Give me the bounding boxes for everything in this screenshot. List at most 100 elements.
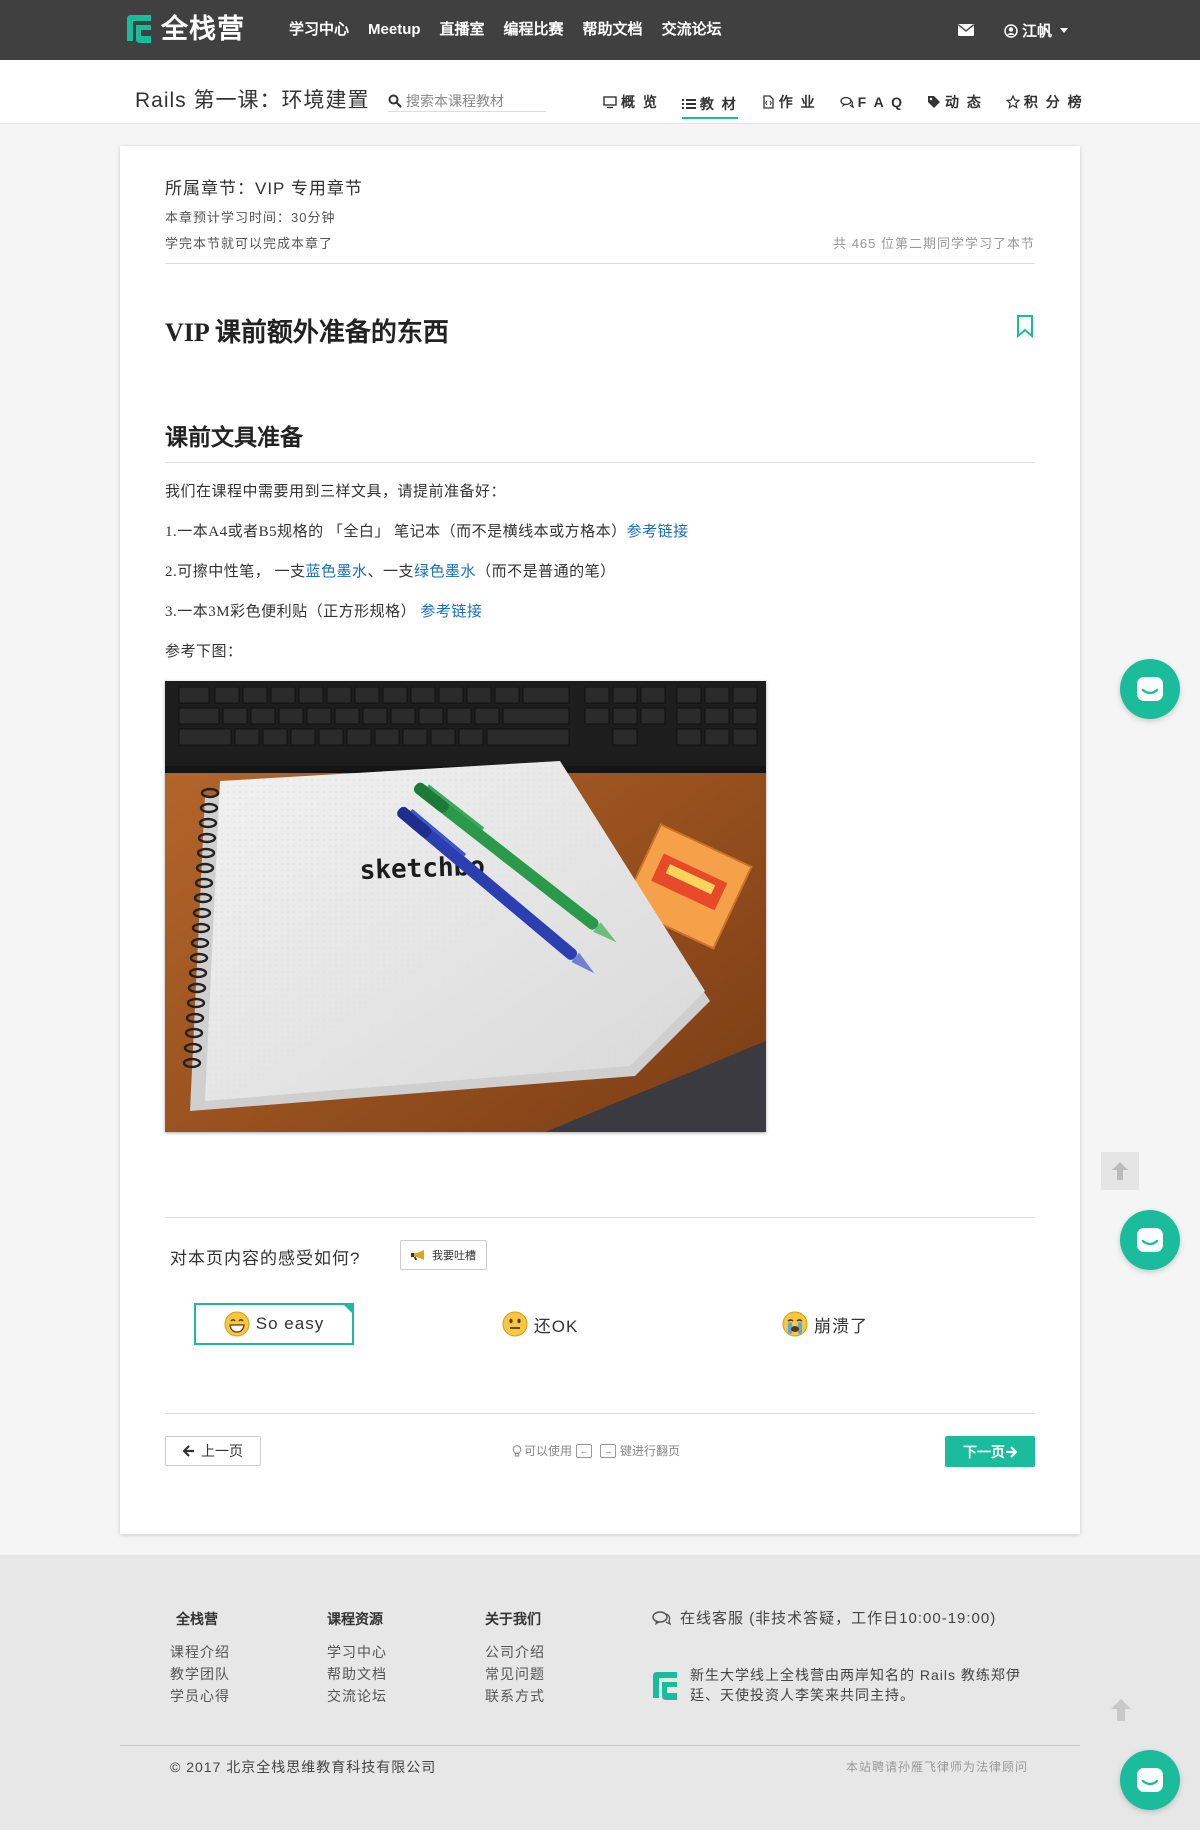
chat-widget-button[interactable] — [1120, 1750, 1180, 1810]
tab-materials[interactable]: 教 材 — [681, 93, 738, 119]
reference-link[interactable]: 参考链接 — [627, 524, 689, 540]
footer-link[interactable]: 课程介绍 — [170, 1641, 230, 1663]
green-ink-link[interactable]: 绿色墨水 — [414, 564, 476, 580]
footer-link[interactable]: 学习中心 — [327, 1641, 387, 1663]
arrow-up-icon — [1112, 1162, 1128, 1180]
next-page-button[interactable]: 下一页 — [945, 1436, 1035, 1467]
item3-text: 3.一本3M彩色便利贴（正方形规格） — [165, 604, 421, 620]
list-item: 2.可擦中性笔， 一支蓝色墨水、一支绿色墨水（而不是普通的笔） — [165, 562, 616, 582]
search-input[interactable] — [406, 92, 542, 109]
footer-link[interactable]: 交流论坛 — [327, 1685, 387, 1707]
complain-button[interactable]: 我要吐槽 — [400, 1240, 487, 1270]
scroll-top-button[interactable] — [1101, 1152, 1139, 1190]
lightbulb-icon — [512, 1444, 522, 1456]
tab-overview[interactable]: 概 览 — [603, 89, 659, 115]
rating-label: 崩溃了 — [814, 1316, 868, 1336]
nav-forum[interactable]: 交流论坛 — [662, 20, 722, 40]
chat-icon — [1137, 1228, 1163, 1252]
intro-paragraph: 我们在课程中需要用到三样文具，请提前准备好： — [165, 484, 507, 500]
lesson-card: 所属章节：VIP 专用章节 本章预计学习时间：30分钟 学完本节就可以完成本章了… — [120, 146, 1080, 1534]
section-heading: 课前文具准备 — [165, 425, 303, 450]
chat-widget-button[interactable] — [1120, 659, 1180, 719]
nav-meetup[interactable]: Meetup — [368, 20, 421, 40]
course-tabs: 概 览 教 材 作 业 F A Q 动 态 积 分 榜 — [603, 89, 1107, 119]
rating-label: 还OK — [533, 1316, 579, 1336]
item2-suffix: （而不是普通的笔） — [476, 564, 616, 580]
main-nav: 学习中心 Meetup 直播室 编程比赛 帮助文档 交流论坛 — [289, 20, 741, 40]
envelope-icon[interactable] — [958, 24, 974, 36]
next-page-label: 下一页 — [963, 1443, 1005, 1460]
footer-link[interactable]: 联系方式 — [485, 1685, 545, 1707]
nav-live-room[interactable]: 直播室 — [440, 20, 485, 40]
tab-homework[interactable]: 作 业 — [761, 89, 817, 115]
list-item: 3.一本3M彩色便利贴（正方形规格） 参考链接 — [165, 602, 482, 622]
site-logo[interactable]: 全栈营 — [124, 13, 245, 45]
brand-name: 全栈营 — [161, 14, 245, 44]
footer-link[interactable]: 教学团队 — [170, 1663, 230, 1685]
tab-faq-label: F A Q — [857, 94, 904, 110]
tab-homework-label: 作 业 — [778, 94, 817, 110]
footer-column-about: 关于我们 公司介绍 常见问题 联系方式 — [485, 1609, 545, 1707]
bookmark-icon[interactable] — [1015, 314, 1035, 338]
lesson-title: VIP 课前额外准备的东西 — [165, 318, 449, 347]
photo-illustration: sketchbo — [165, 681, 766, 1132]
service-text: 在线客服 (非技术答疑，工作日10:00-19:00) — [680, 1610, 997, 1627]
nav-help-docs[interactable]: 帮助文档 — [583, 20, 643, 40]
reference-link[interactable]: 参考链接 — [420, 604, 482, 620]
hint-post: 键进行翻页 — [620, 1444, 681, 1458]
nav-learning-center[interactable]: 学习中心 — [289, 20, 349, 40]
tab-activity[interactable]: 动 态 — [927, 89, 983, 115]
rating-ok[interactable]: 还OK — [475, 1303, 605, 1345]
tab-materials-label: 教 材 — [699, 96, 738, 112]
rating-so-easy[interactable]: So easy — [194, 1303, 354, 1345]
prev-page-label: 上一页 — [201, 1443, 243, 1459]
list-icon — [681, 99, 696, 109]
chat-widget-button[interactable] — [1120, 1210, 1180, 1270]
chat-bubbles-icon — [652, 1610, 672, 1625]
user-menu[interactable]: 江帆 — [1004, 20, 1069, 41]
chat-bubbles-icon — [840, 96, 854, 109]
chapter-label: 所属章节：VIP 专用章节 — [165, 179, 363, 198]
prev-page-button[interactable]: 上一页 — [165, 1436, 261, 1466]
megaphone-icon — [411, 1250, 424, 1260]
feedback-question: 对本页内容的感受如何? — [170, 1249, 361, 1268]
study-time: 本章预计学习时间：30分钟 — [165, 210, 336, 225]
online-service[interactable]: 在线客服 (非技术答疑，工作日10:00-19:00) — [652, 1607, 996, 1628]
keyboard-hint: 可以使用 ← → 键进行翻页 — [512, 1442, 680, 1459]
user-circle-icon — [1004, 23, 1018, 38]
item2-mid: 、一支 — [367, 564, 415, 580]
arrow-right-icon — [1006, 1445, 1017, 1458]
blue-ink-link[interactable]: 蓝色墨水 — [306, 564, 368, 580]
footer-link[interactable]: 学员心得 — [170, 1685, 230, 1707]
footer-link[interactable]: 帮助文档 — [327, 1663, 387, 1685]
grinning-face-icon — [224, 1311, 250, 1337]
arrow-left-icon — [183, 1445, 194, 1457]
footer-link[interactable]: 常见问题 — [485, 1663, 545, 1685]
rating-crashed[interactable]: 崩溃了 — [755, 1303, 895, 1345]
chevron-down-icon — [1060, 28, 1069, 33]
arrow-up-icon[interactable] — [1107, 1696, 1135, 1724]
tab-leaderboard[interactable]: 积 分 榜 — [1005, 89, 1084, 115]
tab-faq[interactable]: F A Q — [840, 89, 904, 115]
course-header: Rails 第一课：环境建置 概 览 教 材 作 业 F A Q 动 态 — [0, 60, 1200, 124]
learner-count: 共 465 位第二期同学学习了本节 — [833, 236, 1035, 251]
monitor-icon — [603, 96, 617, 109]
selected-corner-marker — [342, 1303, 354, 1315]
nav-contest[interactable]: 编程比赛 — [504, 20, 564, 40]
footer-logo-icon — [653, 1672, 677, 1700]
search-icon — [388, 94, 402, 108]
footer-link[interactable]: 公司介绍 — [485, 1641, 545, 1663]
footer-heading: 全栈营 — [176, 1611, 218, 1627]
top-navbar: 全栈营 学习中心 Meetup 直播室 编程比赛 帮助文档 交流论坛 江帆 — [0, 0, 1200, 60]
footer-heading: 关于我们 — [485, 1611, 541, 1627]
star-icon — [1005, 95, 1020, 109]
complain-label: 我要吐槽 — [432, 1250, 476, 1262]
divider — [120, 1745, 1080, 1746]
chat-icon — [1137, 677, 1163, 701]
footer-heading: 课程资源 — [327, 1611, 383, 1627]
crying-face-icon — [782, 1311, 808, 1337]
rating-label: So easy — [255, 1314, 325, 1333]
see-below-text: 参考下图： — [165, 644, 243, 660]
footer-column-brand: 全栈营 课程介绍 教学团队 学员心得 — [170, 1609, 230, 1707]
copyright: © 2017 北京全栈思维教育科技有限公司 — [170, 1759, 437, 1775]
